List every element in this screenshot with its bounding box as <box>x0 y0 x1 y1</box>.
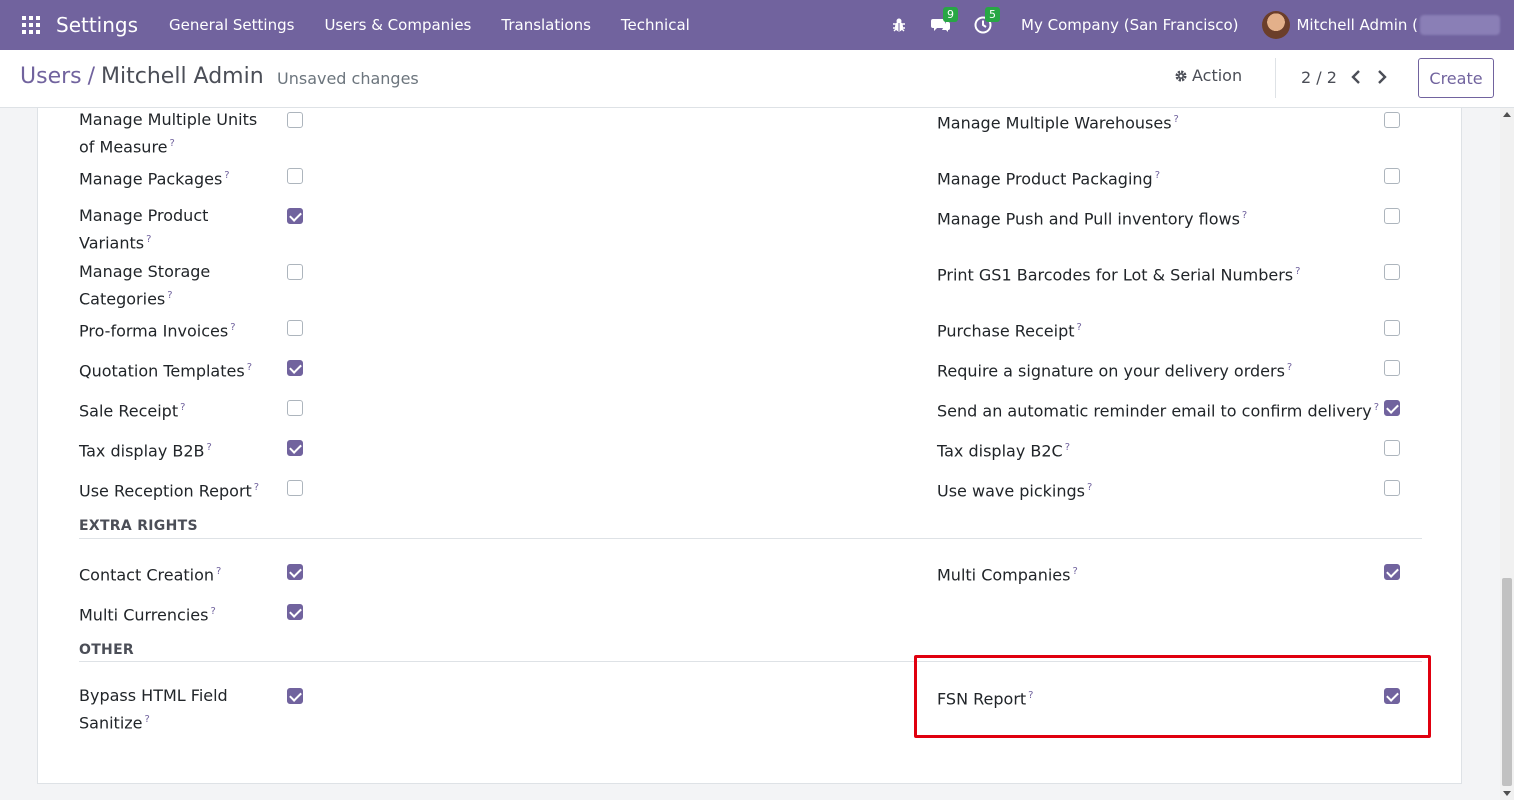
gear-icon <box>1175 70 1187 81</box>
company-switcher[interactable]: My Company (San Francisco) <box>1021 16 1238 34</box>
section-title-other: OTHER <box>79 642 135 658</box>
field-label: Manage Packages? <box>79 169 230 189</box>
scroll-up-arrow-icon[interactable] <box>1503 112 1511 117</box>
menu-users-companies[interactable]: Users & Companies <box>309 16 486 34</box>
breadcrumb-separator: / <box>87 64 96 89</box>
field-label: Contact Creation? <box>79 565 222 585</box>
redacted-blur <box>1420 15 1500 35</box>
checkbox-product-variants[interactable] <box>287 208 303 224</box>
avatar <box>1262 11 1291 39</box>
scroll-down-arrow-icon[interactable] <box>1503 791 1511 796</box>
field-label: Multi Currencies? <box>79 605 216 625</box>
breadcrumb-users-link[interactable]: Users <box>20 64 82 89</box>
menu-translations[interactable]: Translations <box>486 16 606 34</box>
field-label: Bypass HTML Field Sanitize? <box>79 686 228 733</box>
field-label: Tax display B2C? <box>937 441 1071 461</box>
activity-clock-icon[interactable]: 5 <box>971 7 1001 37</box>
control-panel: Users / Mitchell Admin Unsaved changes Act… <box>0 50 1514 108</box>
field-label: Multi Companies? <box>937 565 1078 585</box>
checkbox-bypass-html-sanitize[interactable] <box>287 688 303 704</box>
checkbox-multi-companies[interactable] <box>1384 564 1400 580</box>
field-label: Send an automatic reminder email to conf… <box>937 401 1380 421</box>
checkbox-multi-currencies[interactable] <box>287 604 303 620</box>
menu-technical[interactable]: Technical <box>606 16 705 34</box>
pager-previous-button[interactable] <box>1347 65 1365 89</box>
checkbox-purchase-receipt[interactable] <box>1384 320 1400 336</box>
checkbox-fsn-report[interactable] <box>1384 688 1400 704</box>
scrollbar[interactable] <box>1500 108 1514 800</box>
debug-bug-icon[interactable] <box>887 13 911 37</box>
pager-value[interactable]: 2 / 2 <box>1301 68 1337 87</box>
breadcrumb: Users / Mitchell Admin <box>20 64 264 89</box>
field-label: Manage Multiple Warehouses? <box>937 113 1179 133</box>
checkbox-quotation-templates[interactable] <box>287 360 303 376</box>
field-label: Manage Storage Categories? <box>79 262 211 309</box>
field-label: Require a signature on your delivery ord… <box>937 361 1293 381</box>
pager-next-button[interactable] <box>1373 65 1391 89</box>
checkbox-multiple-uom[interactable] <box>287 112 303 128</box>
section-divider <box>79 661 1422 662</box>
unsaved-status: Unsaved changes <box>277 69 419 88</box>
user-name: Mitchell Admin ( <box>1296 16 1418 34</box>
checkbox-storage-categories[interactable] <box>287 264 303 280</box>
messages-chat-icon[interactable]: 9 <box>929 7 959 37</box>
divider <box>1275 58 1276 98</box>
checkbox-tax-b2c[interactable] <box>1384 440 1400 456</box>
messages-count-badge: 9 <box>943 7 959 22</box>
field-label: Tax display B2B? <box>79 441 212 461</box>
checkbox-gs1-barcodes[interactable] <box>1384 264 1400 280</box>
create-button[interactable]: Create <box>1418 58 1494 98</box>
field-label: Use wave pickings? <box>937 481 1093 501</box>
field-label: Use Reception Report? <box>79 481 260 501</box>
section-divider <box>79 538 1422 539</box>
apps-menu-icon[interactable] <box>22 16 40 34</box>
systray: 9 5 My Company (San Francisco) Mitchell … <box>887 0 1514 50</box>
checkbox-proforma-invoices[interactable] <box>287 320 303 336</box>
activities-count-badge: 5 <box>985 7 1001 22</box>
breadcrumb-current: Mitchell Admin <box>101 64 264 89</box>
checkbox-wave-pickings[interactable] <box>1384 480 1400 496</box>
user-menu[interactable]: Mitchell Admin ( <box>1262 11 1514 39</box>
field-label: Manage Push and Pull inventory flows? <box>937 209 1248 229</box>
field-label: Manage Multiple Units of Measure? <box>79 110 258 157</box>
field-label: Pro-forma Invoices? <box>79 321 236 341</box>
checkbox-tax-b2b[interactable] <box>287 440 303 456</box>
form-sheet: Manage Multiple Units of Measure? Manage… <box>37 108 1462 784</box>
checkbox-sale-receipt[interactable] <box>287 400 303 416</box>
field-label: Manage Product Packaging? <box>937 169 1161 189</box>
checkbox-delivery-signature[interactable] <box>1384 360 1400 376</box>
checkbox-multiple-warehouses[interactable] <box>1384 112 1400 128</box>
field-label: Sale Receipt? <box>79 401 186 421</box>
field-label: Purchase Receipt? <box>937 321 1082 341</box>
checkbox-push-pull-flows[interactable] <box>1384 208 1400 224</box>
action-button[interactable]: Action <box>1174 66 1242 85</box>
field-label: FSN Report? <box>937 689 1034 709</box>
scroll-thumb[interactable] <box>1502 578 1512 786</box>
field-label: Print GS1 Barcodes for Lot & Serial Numb… <box>937 265 1301 285</box>
field-label: Quotation Templates? <box>79 361 252 381</box>
section-title-extra-rights: EXTRA RIGHTS <box>79 518 198 534</box>
checkbox-packages[interactable] <box>287 168 303 184</box>
top-navbar: Settings General Settings Users & Compan… <box>0 0 1514 50</box>
checkbox-reception-report[interactable] <box>287 480 303 496</box>
menu-general-settings[interactable]: General Settings <box>154 16 309 34</box>
chevron-left-icon <box>1351 70 1360 84</box>
chevron-right-icon <box>1378 70 1387 84</box>
app-title[interactable]: Settings <box>56 13 138 37</box>
field-label: Manage Product Variants? <box>79 206 209 253</box>
checkbox-contact-creation[interactable] <box>287 564 303 580</box>
action-label: Action <box>1192 66 1243 85</box>
checkbox-product-packaging[interactable] <box>1384 168 1400 184</box>
checkbox-delivery-reminder[interactable] <box>1384 400 1400 416</box>
